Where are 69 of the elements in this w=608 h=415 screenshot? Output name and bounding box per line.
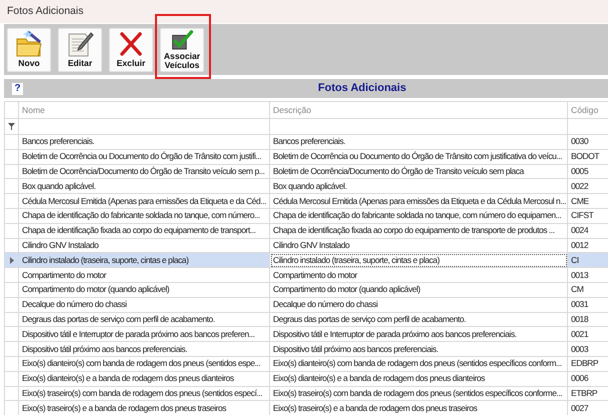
filter-cell[interactable] — [18, 118, 270, 134]
table-cell: Decalque do número do chassi — [270, 297, 568, 312]
table-row[interactable]: Box quando aplicável. Box quando aplicável. 0022 — [4, 178, 608, 194]
table-cell: Decalque do número do chassi — [18, 297, 270, 312]
table-cell: Box quando aplicável. — [18, 178, 270, 194]
table-cell: Chapa de identificação fixada ao corpo do equipamento de transporte de produtos ... — [270, 223, 568, 238]
table-cell: Cédula Mercosul Emitida (Apenas para emissões da Etiqueta e da Cédula Mercosul n... — [270, 194, 568, 208]
toolbar-button[interactable]: Novo — [7, 28, 51, 72]
table-cell: Chapa de identificação do fabricante soldada no tanque, com número... — [18, 208, 270, 224]
table-row[interactable]: Eixo(s) dianteiro(s) e a banda de rodagem dos pneus dianteiros Eixo(s) dianteiro(s) e a banda de rodagem dos pneus dianteiros 0006 — [4, 371, 608, 386]
table-cell: Boletim de Ocorrência ou Documento do Órgão de Trânsito com justifi... — [18, 149, 270, 164]
table-cell: Eixo(s) dianteiro(s) com banda de rodagem dos pneus (sentidos espe... — [18, 356, 270, 372]
table-cell: Dispositivo tátil e Interruptor de parada próximo aos bancos preferenciais. — [270, 326, 568, 342]
help-icon[interactable]: ? — [12, 82, 23, 94]
table-cell: Dispositivo tátil próximo aos bancos preferenciais. — [18, 342, 270, 356]
table-row[interactable]: Eixo(s) traseiro(s) com banda de rodagem dos pneus (sentidos especí... Eixo(s) traseiro(s) com banda de rodagem dos pneus (sentidos específicos conforme... ETBRP — [4, 386, 608, 401]
table-row[interactable]: Compartimento do motor Compartimento do motor 0013 — [4, 268, 608, 282]
toolbar-button[interactable]: Editar — [58, 28, 102, 72]
table-cell: Eixo(s) dianteiro(s) com banda de rodagem dos pneus (sentidos específicos conform... — [270, 356, 568, 372]
table-cell: Cilindro instalado (traseira, suporte, cintas e placa) — [270, 252, 568, 268]
table-cell: Cilindro instalado (traseira, suporte, cintas e placa) — [18, 252, 270, 268]
table-row[interactable]: Dispositivo tátil próximo aos bancos preferenciais. Dispositivo tátil próximo aos bancos preferenciais. 0003 — [4, 342, 608, 356]
table-cell: Compartimento do motor — [270, 268, 568, 282]
table-row[interactable]: Chapa de identificação do fabricante soldada no tanque, com número... Chapa de identificação do fabricante soldada no tanque, com número do equipamen... CIFST — [4, 208, 608, 224]
table-row[interactable]: Degraus das portas de serviço com perfil de acabamento. Degraus das portas de serviço com perfil de acabamento. 0018 — [4, 312, 608, 327]
toolbar-button[interactable]: Excluir — [109, 28, 153, 72]
row-pointer-icon — [10, 257, 14, 264]
table-cell: Boletim de Ocorrência/Documento do Órgão de Transito veículo sem p... — [18, 164, 270, 179]
window-title: Fotos Adicionais — [7, 5, 84, 17]
table-row[interactable]: Bancos preferenciais. Bancos preferenciais. 0030 — [4, 134, 608, 150]
column-header[interactable]: Nome — [18, 102, 270, 118]
table-row[interactable]: Cilindro instalado (traseira, suporte, cintas e placa) Cilindro instalado (traseira, suporte, cintas e placa) CI — [4, 252, 608, 268]
table-row[interactable]: Eixo(s) traseiro(s) e a banda de rodagem dos pneus traseiros Eixo(s) traseiro(s) e a banda de rodagem dos pneus traseiros 0027 — [4, 400, 608, 415]
table-cell: Bancos preferenciais. — [270, 134, 568, 150]
panel-title: Fotos Adicionais — [318, 81, 406, 96]
table-cell: Boletim de Ocorrência ou Documento do Órgão de Trânsito com justificativa do veícu... — [270, 149, 568, 164]
table-cell: Chapa de identificação do fabricante soldada no tanque, com número do equipamen... — [270, 208, 568, 224]
table-row[interactable]: Compartimento do motor (quando aplicável) Compartimento do motor (quando aplicável) CM — [4, 282, 608, 298]
table-cell: Compartimento do motor (quando aplicável) — [18, 282, 270, 298]
table-row[interactable]: Boletim de Ocorrência ou Documento do Órgão de Trânsito com justifi... Boletim de Ocorrência ou Documento do Órgão de Trânsito com justificativa do veícu... BODOT — [4, 149, 608, 164]
table-cell: Compartimento do motor (quando aplicável) — [270, 282, 568, 298]
table-row[interactable]: Decalque do número do chassi Decalque do número do chassi 0031 — [4, 297, 608, 312]
toolbar-button[interactable]: Associar Veículos — [160, 28, 204, 72]
table-cell: Cédula Mercosul Emitida (Apenas para emissões da Etiqueta e da Céd... — [18, 194, 270, 208]
table-cell: Eixo(s) traseiro(s) com banda de rodagem dos pneus (sentidos especí... — [18, 386, 270, 401]
table-cell: Box quando aplicável. — [270, 178, 568, 194]
filter-icon[interactable] — [8, 123, 15, 130]
table-cell: Bancos preferenciais. — [18, 134, 270, 150]
checkbox-check-icon — [170, 30, 194, 51]
table-cell: Eixo(s) dianteiro(s) e a banda de rodagem dos pneus dianteiros — [270, 371, 568, 386]
table-row[interactable]: Eixo(s) dianteiro(s) com banda de rodagem dos pneus (sentidos espe... Eixo(s) dianteiro(s) com banda de rodagem dos pneus (sentidos específicos conform... EDBRP — [4, 356, 608, 372]
table-cell: Eixo(s) dianteiro(s) e a banda de rodagem dos pneus dianteiros — [18, 371, 270, 386]
table-cell: Degraus das portas de serviço com perfil de acabamento. — [270, 312, 568, 327]
table-row[interactable]: Chapa de identificação fixada ao corpo do equipamento de transport... Chapa de identificação fixada ao corpo do equipamento de transporte de produtos ... 0024 — [4, 223, 608, 238]
table-cell: Dispositivo tátil e Interruptor de parada próximo aos bancos preferen... — [18, 326, 270, 342]
table-cell: Degraus das portas de serviço com perfil de acabamento. — [18, 312, 270, 327]
table-row[interactable]: Boletim de Ocorrência/Documento do Órgão de Transito veículo sem p... Boletim de Ocorrência/Documento do Órgão de Transito veículo sem placa 0005 — [4, 164, 608, 179]
table-cell: CI — [568, 252, 608, 268]
column-header[interactable]: Descrição — [270, 102, 568, 118]
table-cell: Eixo(s) traseiro(s) com banda de rodagem dos pneus (sentidos específicos conforme... — [270, 386, 568, 401]
table-row[interactable]: Dispositivo tátil e Interruptor de parada próximo aos bancos preferen... Dispositivo tátil e Interruptor de parada próximo aos bancos preferenciais. 0021 — [4, 326, 608, 342]
table-cell: Compartimento do motor — [18, 268, 270, 282]
table-cell: Dispositivo tátil próximo aos bancos preferenciais. — [270, 342, 568, 356]
table-row[interactable]: Cédula Mercosul Emitida (Apenas para emissões da Etiqueta e da Céd... Cédula Mercosul Emitida (Apenas para emissões da Etiqueta e da Cédula Mercosul n... CME — [4, 194, 608, 208]
table-cell: Boletim de Ocorrência/Documento do Órgão de Transito veículo sem placa — [270, 164, 568, 179]
folder-wand-icon — [14, 30, 44, 58]
column-header[interactable]: Código — [568, 102, 608, 118]
table-cell: Chapa de identificação fixada ao corpo do equipamento de transport... — [18, 223, 270, 238]
filter-cell[interactable] — [270, 118, 568, 134]
